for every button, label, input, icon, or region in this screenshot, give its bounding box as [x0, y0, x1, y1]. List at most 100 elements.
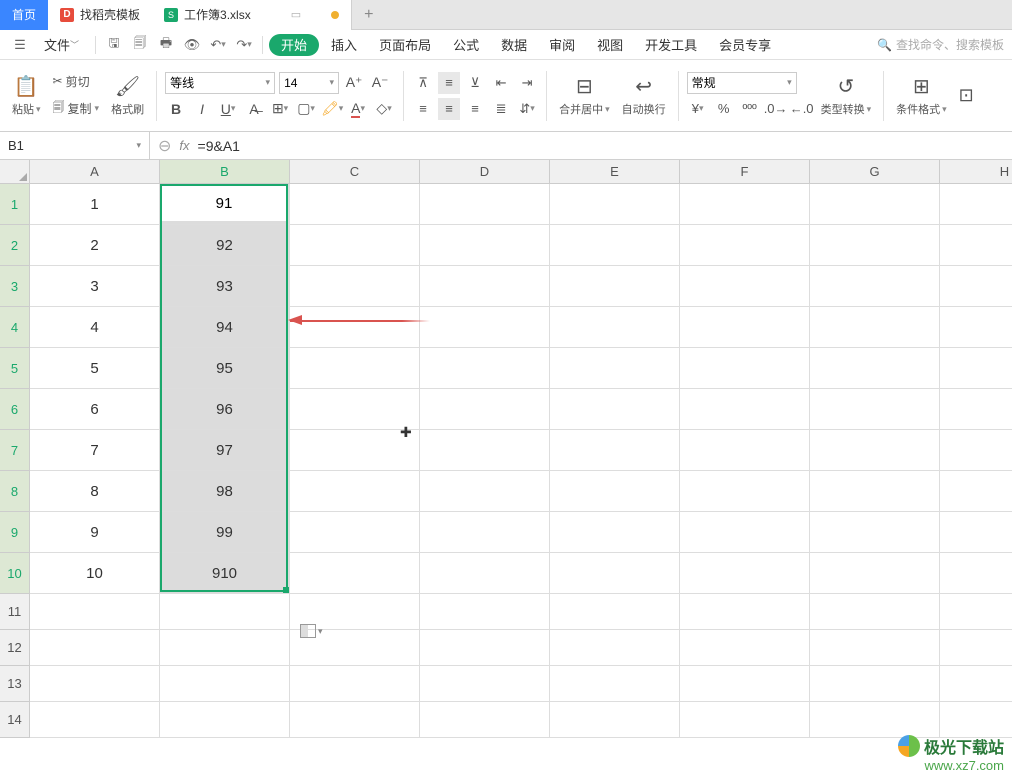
- format-painter-label[interactable]: 格式刷: [111, 101, 144, 117]
- copy-button[interactable]: 🗐 复制▾: [49, 96, 104, 121]
- column-header[interactable]: B: [160, 160, 290, 184]
- cell[interactable]: [550, 307, 680, 348]
- more-group[interactable]: ⊡: [955, 60, 978, 131]
- cell[interactable]: [680, 307, 810, 348]
- column-header[interactable]: F: [680, 160, 810, 184]
- font-name-select[interactable]: 等线▾: [165, 72, 275, 94]
- cell[interactable]: [550, 702, 680, 738]
- cell[interactable]: [420, 389, 550, 430]
- cell[interactable]: [290, 666, 420, 702]
- formula-input[interactable]: [198, 138, 598, 154]
- wrap-icon[interactable]: ↩: [635, 74, 652, 99]
- cell[interactable]: [550, 512, 680, 553]
- row-header[interactable]: 7: [0, 430, 30, 471]
- cell[interactable]: [30, 666, 160, 702]
- column-header[interactable]: G: [810, 160, 940, 184]
- row-header[interactable]: 5: [0, 348, 30, 389]
- cell[interactable]: [290, 266, 420, 307]
- name-box[interactable]: B1 ▾: [0, 132, 150, 159]
- cell[interactable]: [940, 389, 1012, 430]
- format-painter-icon[interactable]: 🖌: [115, 74, 140, 99]
- number-format-select[interactable]: 常规▾: [687, 72, 797, 94]
- hamburger-icon[interactable]: ☰: [8, 33, 32, 57]
- cell[interactable]: 97: [160, 430, 290, 471]
- cell[interactable]: [290, 225, 420, 266]
- cell[interactable]: [420, 702, 550, 738]
- font-decrease-icon[interactable]: A⁻: [369, 72, 391, 94]
- cell[interactable]: [940, 702, 1012, 738]
- cell[interactable]: [290, 430, 420, 471]
- cell[interactable]: [680, 512, 810, 553]
- align-left-icon[interactable]: ≡: [412, 98, 434, 120]
- row-header[interactable]: 4: [0, 307, 30, 348]
- cell[interactable]: [680, 348, 810, 389]
- cell[interactable]: [940, 430, 1012, 471]
- clear-format-button[interactable]: ◇▾: [373, 98, 395, 120]
- cell[interactable]: 98: [160, 471, 290, 512]
- cell[interactable]: [420, 225, 550, 266]
- cell[interactable]: [550, 348, 680, 389]
- cell[interactable]: [940, 471, 1012, 512]
- row-header[interactable]: 12: [0, 630, 30, 666]
- cell[interactable]: [420, 266, 550, 307]
- cell[interactable]: 6: [30, 389, 160, 430]
- menu-devtools[interactable]: 开发工具: [635, 30, 707, 60]
- select-all-corner[interactable]: [0, 160, 30, 184]
- menu-insert[interactable]: 插入: [321, 30, 367, 60]
- font-color-button[interactable]: A▾: [347, 98, 369, 120]
- search-box[interactable]: 🔍 查找命令、搜索模板: [877, 36, 1004, 53]
- align-justify-icon[interactable]: ≣: [490, 98, 512, 120]
- row-header[interactable]: 1: [0, 184, 30, 225]
- cell[interactable]: 94: [160, 307, 290, 348]
- cell[interactable]: [420, 184, 550, 225]
- cell[interactable]: [810, 430, 940, 471]
- cut-button[interactable]: ✂ 剪切: [49, 71, 104, 92]
- cancel-icon[interactable]: ⊖: [158, 136, 171, 156]
- cell[interactable]: 95: [160, 348, 290, 389]
- cell[interactable]: [680, 184, 810, 225]
- cell[interactable]: [940, 512, 1012, 553]
- row-header[interactable]: 3: [0, 266, 30, 307]
- cell[interactable]: [810, 471, 940, 512]
- cell[interactable]: [680, 666, 810, 702]
- cell[interactable]: 8: [30, 471, 160, 512]
- cell[interactable]: [420, 471, 550, 512]
- redo-icon[interactable]: ↷▾: [232, 33, 256, 57]
- font-increase-icon[interactable]: A⁺: [343, 72, 365, 94]
- cell[interactable]: [550, 630, 680, 666]
- cell[interactable]: [810, 666, 940, 702]
- cell[interactable]: [940, 630, 1012, 666]
- column-header[interactable]: H: [940, 160, 1012, 184]
- row-header[interactable]: 6: [0, 389, 30, 430]
- cell[interactable]: [810, 225, 940, 266]
- cell[interactable]: [680, 553, 810, 594]
- align-middle-icon[interactable]: ≡: [438, 72, 460, 94]
- row-header[interactable]: 9: [0, 512, 30, 553]
- menu-layout[interactable]: 页面布局: [369, 30, 441, 60]
- cell[interactable]: [680, 594, 810, 630]
- cell[interactable]: [940, 348, 1012, 389]
- paste-icon[interactable]: 📋: [14, 74, 39, 99]
- cell[interactable]: [420, 512, 550, 553]
- cell[interactable]: [810, 389, 940, 430]
- cell[interactable]: [680, 702, 810, 738]
- bold-button[interactable]: B: [165, 98, 187, 120]
- type-convert-icon[interactable]: ↺: [837, 74, 854, 99]
- row-header[interactable]: 13: [0, 666, 30, 702]
- highlight-button[interactable]: 🖍▾: [321, 98, 343, 120]
- cell[interactable]: [160, 702, 290, 738]
- cell[interactable]: 4: [30, 307, 160, 348]
- cell[interactable]: [550, 389, 680, 430]
- cell[interactable]: [680, 225, 810, 266]
- underline-button[interactable]: U▾: [217, 98, 239, 120]
- cell[interactable]: [550, 225, 680, 266]
- tab-add-button[interactable]: +: [352, 6, 385, 24]
- cell[interactable]: [810, 553, 940, 594]
- row-header[interactable]: 10: [0, 553, 30, 594]
- cell[interactable]: [30, 702, 160, 738]
- wrap-label[interactable]: 自动换行: [622, 101, 666, 117]
- cell[interactable]: [290, 512, 420, 553]
- cell[interactable]: [680, 630, 810, 666]
- cell[interactable]: [550, 184, 680, 225]
- cell[interactable]: [160, 630, 290, 666]
